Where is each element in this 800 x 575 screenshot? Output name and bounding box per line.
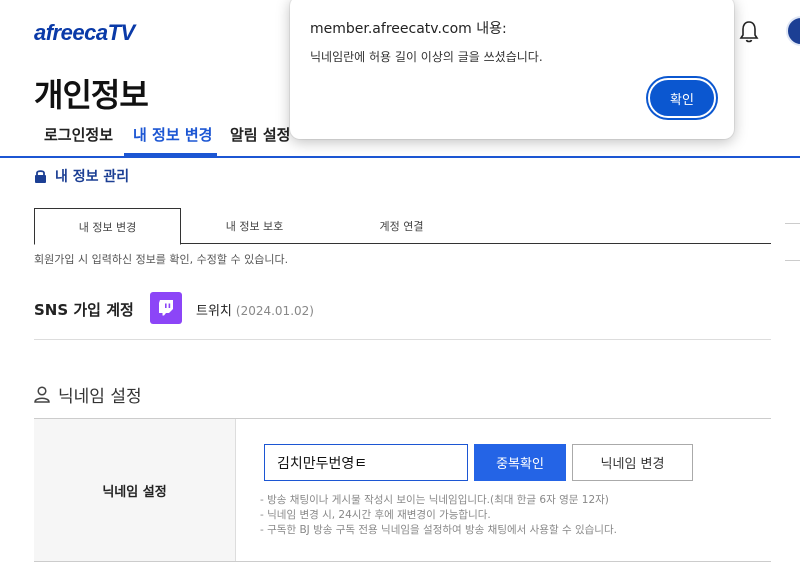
tab-edit-info[interactable]: 내 정보 변경 [133,124,212,145]
nickname-input[interactable] [264,444,468,481]
page: afreecaTV 개인정보 로그인정보 내 정보 변경 알림 설정 내 정보 … [0,0,800,575]
active-tab-indicator [124,153,217,157]
dialog-message: 닉네임란에 허용 길이 이상의 글을 쓰셨습니다. [310,50,543,64]
lock-icon [35,169,46,183]
avatar[interactable] [786,16,800,46]
sub-tabs: 내 정보 변경 내 정보 보호 계정 연결 [34,208,771,245]
subtab-account-link[interactable]: 계정 연결 [328,208,475,244]
divider [785,223,800,224]
subtab-description: 회원가입 시 입력하신 정보를 확인, 수정할 수 있습니다. [34,253,289,266]
duplicate-check-button[interactable]: 중복확인 [474,444,566,481]
nickname-form: 닉네임 설정 중복확인 닉네임 변경 - 방송 채팅이나 게시물 작성시 보이는… [34,418,771,562]
afreecatv-logo[interactable]: afreecaTV [34,20,135,46]
section-header: 내 정보 관리 [34,166,129,186]
twitch-icon [150,292,182,324]
section-title: 내 정보 관리 [55,169,130,185]
nickname-section-title: 닉네임 설정 [58,387,142,407]
nickname-hints: - 방송 채팅이나 게시물 작성시 보이는 닉네임입니다.(최대 한글 6자 영… [260,493,617,538]
hint-line: - 구독한 BJ 방송 구독 전용 닉네임을 설정하여 방송 채팅에서 사용할 … [260,524,617,536]
subtab-info-protection[interactable]: 내 정보 보호 [181,208,328,244]
dialog-ok-button[interactable]: 확인 [648,78,716,118]
alert-dialog: member.afreecatv.com 내용: 닉네임란에 허용 길이 이상의… [290,0,734,139]
nickname-section-header: 닉네임 설정 [34,382,142,407]
user-icon [34,386,50,403]
bell-icon[interactable] [738,20,760,44]
page-title: 개인정보 [34,76,149,114]
dialog-title: member.afreecatv.com 내용: [310,21,507,37]
tab-login-info[interactable]: 로그인정보 [44,124,113,145]
hint-line: - 닉네임 변경 시, 24시간 후에 재변경이 가능합니다. [260,509,491,521]
sns-label: SNS 가입 계정 [34,301,134,319]
sns-service-name: 트위치 [196,304,232,319]
sns-date: (2024.01.02) [235,304,314,318]
divider [785,260,800,261]
sns-service: 트위치 (2024.01.02) [196,300,314,319]
sns-account-row: SNS 가입 계정 트위치 (2024.01.02) [34,290,771,340]
change-nickname-button[interactable]: 닉네임 변경 [572,444,693,481]
tab-notification-settings[interactable]: 알림 설정 [230,124,290,145]
nickname-field-label: 닉네임 설정 [34,419,236,561]
subtab-edit-info[interactable]: 내 정보 변경 [34,208,181,245]
hint-line: - 방송 채팅이나 게시물 작성시 보이는 닉네임입니다.(최대 한글 6자 영… [260,494,609,506]
